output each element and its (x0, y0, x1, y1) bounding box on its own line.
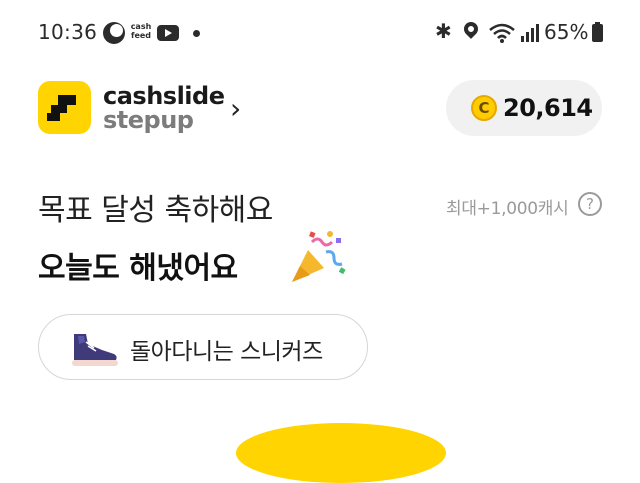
item-label: 돌아다니는 스니커즈 (130, 339, 323, 365)
sneaker-icon (72, 334, 118, 366)
party-popper-icon (292, 231, 346, 282)
youtube-icon (157, 25, 179, 41)
brand-line-1: cashslide (103, 82, 225, 110)
battery-icon (592, 22, 603, 42)
status-time: 10:36 (38, 20, 98, 44)
chevron-right-icon[interactable]: › (230, 92, 241, 125)
brand-line-2: stepup (103, 106, 194, 134)
battery-percent: 65% (544, 20, 589, 44)
coin-icon: C (471, 95, 497, 121)
status-bar: 10:36 cash feed ✱ 65% (0, 0, 640, 68)
help-icon[interactable]: ? (578, 192, 602, 216)
cashfeed-icon: cash feed (130, 22, 152, 40)
bluetooth-icon: ✱ (435, 19, 452, 43)
coin-balance: 20,614 (503, 94, 593, 122)
main-action-circle[interactable] (236, 423, 446, 483)
goal-headline: 목표 달성 축하해요 (38, 193, 273, 228)
brand-title[interactable]: cashslide stepup (103, 84, 225, 132)
location-icon (461, 19, 481, 39)
max-reward-text: 최대+1,000캐시 (446, 199, 569, 219)
moon-icon (103, 22, 125, 44)
goal-subheadline: 오늘도 해냈어요 (38, 251, 238, 286)
dot-icon (193, 30, 200, 37)
cashslide-logo-icon[interactable] (38, 81, 91, 134)
signal-icon (521, 24, 539, 42)
wifi-icon (489, 23, 515, 43)
